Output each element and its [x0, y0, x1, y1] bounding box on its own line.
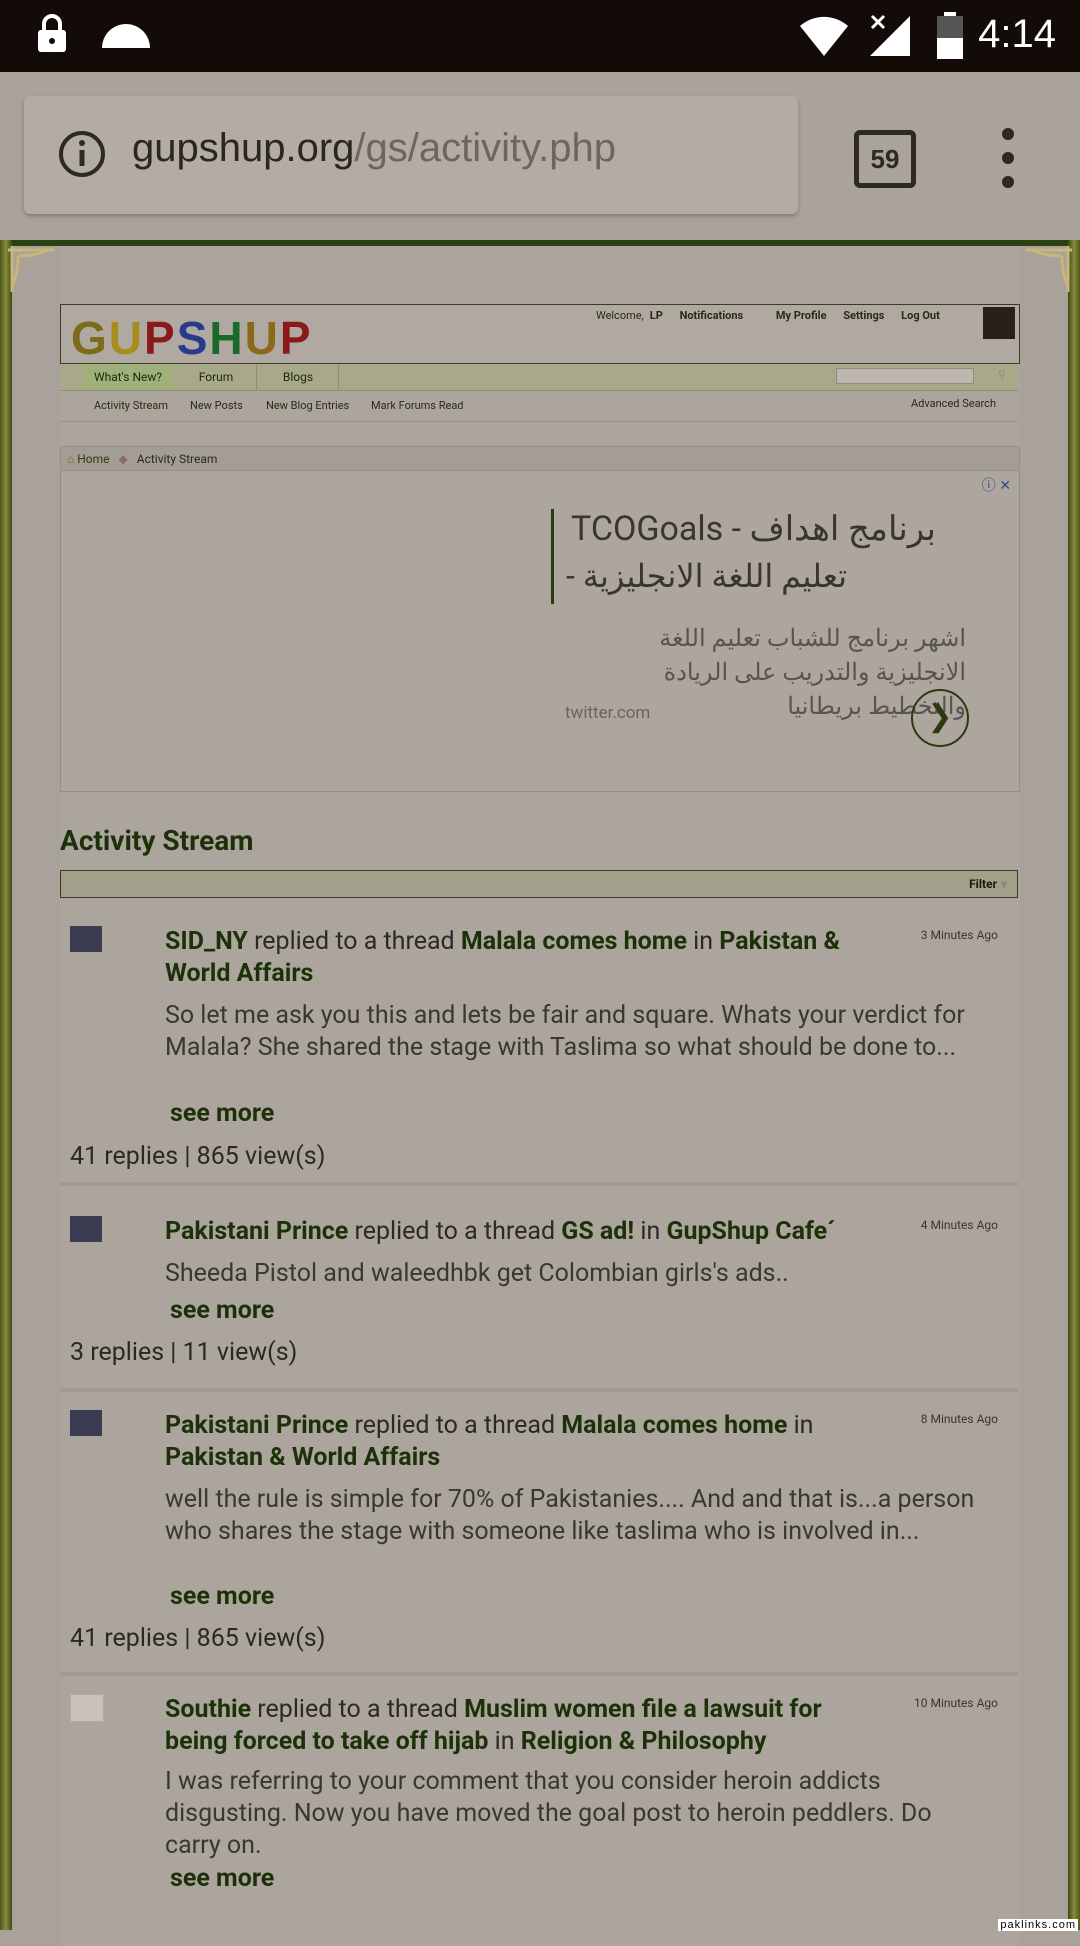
timestamp: 3 Minutes Ago	[920, 928, 998, 942]
browser-toolbar: gupshup.org/gs/activity.php 59	[0, 72, 1080, 240]
thread-link[interactable]: Malala comes home	[461, 927, 687, 956]
web-page: GUPSHUP Welcome, LP Notifications My Prof…	[0, 240, 1080, 1946]
site-logo[interactable]: GUPSHUP	[71, 311, 313, 365]
my-profile-link[interactable]: My Profile	[776, 309, 827, 322]
avatar[interactable]	[70, 1216, 102, 1242]
activity-item: SID_NY replied to a thread Malala comes …	[60, 914, 1018, 1180]
see-more-link[interactable]: see more	[170, 1296, 274, 1325]
divider	[60, 1388, 1018, 1392]
top-links: Welcome, LP Notifications My Profile Sett…	[596, 309, 954, 322]
ad-title-line1[interactable]: TCOGoals - برنامج اهداف	[571, 509, 936, 549]
timestamp: 10 Minutes Ago	[914, 1696, 998, 1710]
watermark: paklinks.com	[998, 1919, 1078, 1931]
filter-button[interactable]: Filter	[969, 877, 997, 891]
subnav-new-posts[interactable]: New Posts	[190, 399, 243, 412]
timestamp: 8 Minutes Ago	[920, 1412, 998, 1426]
tab-switcher-button[interactable]: 59	[854, 130, 916, 188]
tab-forum[interactable]: Forum	[176, 364, 257, 390]
welcome-text: Welcome,	[596, 309, 644, 322]
home-icon[interactable]: ⌂	[67, 452, 74, 466]
wifi-icon	[800, 16, 848, 56]
activity-title: Southie replied to a thread Muslim women…	[165, 1695, 822, 1756]
breadcrumb-home[interactable]: Home	[77, 452, 109, 466]
status-bar: 4:14	[0, 0, 1080, 72]
advertisement[interactable]: ⓘ ✕ TCOGoals - برنامج اهداف - تعليم اللغ…	[60, 470, 1020, 792]
divider	[60, 1672, 1018, 1676]
excerpt: well the rule is simple for 70% of Pakis…	[165, 1485, 975, 1546]
thread-link[interactable]: GS ad!	[561, 1217, 634, 1246]
cloud-icon	[102, 24, 150, 48]
signal-icon	[870, 14, 910, 56]
activity-item: Southie replied to a thread Muslim women…	[60, 1682, 1018, 1932]
breadcrumb-separator-icon: ◆	[118, 452, 128, 466]
frame-left	[0, 240, 12, 1930]
subnav-activity-stream[interactable]: Activity Stream	[94, 399, 168, 412]
subnav-mark-forums-read[interactable]: Mark Forums Read	[371, 399, 464, 412]
tab-whats-new[interactable]: What's New?	[84, 364, 172, 390]
excerpt: I was referring to your comment that you…	[165, 1767, 932, 1860]
advanced-search-link[interactable]: Advanced Search	[911, 397, 996, 410]
forum-link[interactable]: GupShup Cafe´	[666, 1217, 835, 1246]
activity-title: Pakistani Prince replied to a thread Mal…	[165, 1411, 814, 1472]
settings-link[interactable]: Settings	[843, 309, 884, 322]
overflow-menu-icon[interactable]	[1000, 128, 1016, 188]
breadcrumb-current: Activity Stream	[136, 452, 218, 466]
address-bar[interactable]: gupshup.org/gs/activity.php	[24, 96, 798, 214]
see-more-link[interactable]: see more	[170, 1864, 274, 1893]
see-more-link[interactable]: see more	[170, 1099, 274, 1128]
thread-stats: 41 replies | 865 view(s)	[70, 1142, 326, 1171]
ad-choices-icon[interactable]: ⓘ ✕	[982, 475, 1011, 495]
site-header: GUPSHUP Welcome, LP Notifications My Prof…	[60, 304, 1020, 364]
lock-icon	[38, 14, 66, 52]
corner-ornament	[1026, 246, 1072, 292]
thread-stats: 3 replies | 11 view(s)	[70, 1338, 298, 1367]
content-area: GUPSHUP Welcome, LP Notifications My Prof…	[60, 246, 1020, 1946]
forum-link[interactable]: Pakistan & World Affairs	[165, 1443, 440, 1472]
page-title: Activity Stream	[60, 824, 254, 857]
avatar[interactable]	[70, 926, 102, 952]
clock: 4:14	[978, 12, 1056, 56]
sub-nav: Activity Stream New Posts New Blog Entri…	[60, 391, 1018, 422]
search-icon[interactable]: ⚲	[998, 368, 1014, 384]
notifications-link[interactable]: Notifications	[680, 309, 744, 322]
activity-item: Pakistani Prince replied to a thread GS …	[60, 1204, 1018, 1384]
user-link[interactable]: Southie	[165, 1695, 251, 1724]
url-text[interactable]: gupshup.org/gs/activity.php	[132, 126, 616, 171]
username-link[interactable]: LP	[650, 309, 663, 322]
chevron-right-icon[interactable]: ❯	[911, 689, 969, 747]
divider	[60, 1182, 1018, 1186]
activity-title: SID_NY replied to a thread Malala comes …	[165, 927, 840, 988]
thread-link[interactable]: Malala comes home	[561, 1411, 787, 1440]
corner-ornament	[8, 246, 54, 292]
avatar[interactable]	[70, 1694, 104, 1722]
user-link[interactable]: SID_NY	[165, 927, 248, 956]
avatar[interactable]	[983, 307, 1015, 339]
subnav-new-blog-entries[interactable]: New Blog Entries	[266, 399, 349, 412]
user-link[interactable]: Pakistani Prince	[165, 1217, 348, 1246]
excerpt: Sheeda Pistol and waleedhbk get Colombia…	[165, 1259, 789, 1288]
main-nav: What's New? Forum Blogs ⚲	[60, 364, 1018, 391]
ad-title-line2[interactable]: - تعليم اللغة الانجليزية	[566, 557, 847, 595]
tab-blogs[interactable]: Blogs	[258, 364, 339, 390]
info-icon[interactable]	[58, 130, 106, 178]
excerpt: So let me ask you this and lets be fair …	[165, 1001, 965, 1062]
activity-title: Pakistani Prince replied to a thread GS …	[165, 1217, 836, 1246]
thread-stats: 41 replies | 865 view(s)	[70, 1624, 326, 1653]
see-more-link[interactable]: see more	[170, 1582, 274, 1611]
activity-item: Pakistani Prince replied to a thread Mal…	[60, 1398, 1018, 1662]
user-link[interactable]: Pakistani Prince	[165, 1411, 348, 1440]
filter-bar: Filter ▾	[60, 870, 1018, 898]
forum-link[interactable]: Religion & Philosophy	[521, 1727, 767, 1756]
ad-accent-bar	[551, 509, 554, 604]
avatar[interactable]	[70, 1410, 102, 1436]
frame-right	[1068, 240, 1080, 1930]
breadcrumb: ⌂ Home ◆ Activity Stream	[60, 446, 1020, 472]
log-out-link[interactable]: Log Out	[901, 309, 940, 322]
battery-icon	[937, 12, 963, 59]
chevron-down-icon[interactable]: ▾	[1001, 877, 1007, 891]
ad-domain: twitter.com	[565, 703, 651, 723]
search-input[interactable]	[836, 368, 974, 384]
timestamp: 4 Minutes Ago	[920, 1218, 998, 1232]
